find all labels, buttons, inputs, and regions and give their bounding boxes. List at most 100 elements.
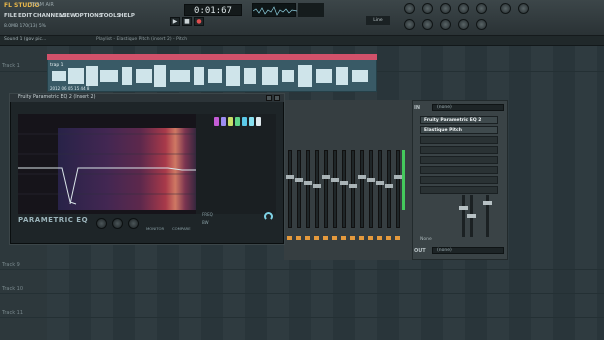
level-meter bbox=[402, 150, 405, 210]
channel-mute-led[interactable] bbox=[305, 236, 310, 240]
channel-fader[interactable] bbox=[324, 150, 328, 228]
channel-mute-led[interactable] bbox=[323, 236, 328, 240]
play-icon[interactable]: ▶ bbox=[170, 17, 180, 26]
channel-mute-led[interactable] bbox=[395, 236, 400, 240]
channel-mute-led[interactable] bbox=[377, 236, 382, 240]
toolbar-knob-5[interactable] bbox=[476, 3, 487, 14]
song-time-display[interactable]: 0:01:67 bbox=[184, 4, 242, 16]
fader-handle[interactable] bbox=[340, 181, 348, 185]
eq-knob[interactable] bbox=[128, 218, 139, 229]
fader-handle[interactable] bbox=[304, 181, 312, 185]
track-label: Track 10 bbox=[2, 286, 24, 292]
fader-handle[interactable] bbox=[322, 175, 330, 179]
menu-tools[interactable]: TOOLS bbox=[100, 13, 121, 19]
fader-handle[interactable] bbox=[385, 184, 393, 188]
channel-fader[interactable] bbox=[360, 150, 364, 228]
view-browser-icon[interactable] bbox=[476, 19, 487, 30]
band-color[interactable] bbox=[228, 117, 233, 126]
toolbar-knob-1[interactable] bbox=[404, 3, 415, 14]
clip-header[interactable] bbox=[47, 54, 377, 60]
fader-handle[interactable] bbox=[358, 175, 366, 179]
channel-fader[interactable] bbox=[351, 150, 355, 228]
fx-slot[interactable] bbox=[420, 186, 498, 194]
channel-fader[interactable] bbox=[306, 150, 310, 228]
fx-slot[interactable] bbox=[420, 166, 498, 174]
fader-handle[interactable] bbox=[331, 178, 339, 182]
channel-mute-led[interactable] bbox=[332, 236, 337, 240]
fader-handle[interactable] bbox=[367, 178, 375, 182]
track-row[interactable]: Track 10 bbox=[0, 282, 604, 294]
fader-handle[interactable] bbox=[349, 184, 357, 188]
view-channels-icon[interactable] bbox=[440, 19, 451, 30]
send-fader-handle[interactable] bbox=[459, 206, 468, 210]
toolbar-knob-2[interactable] bbox=[422, 3, 433, 14]
fader-handle[interactable] bbox=[313, 184, 321, 188]
eq-curve-icon bbox=[18, 128, 196, 210]
send-fader-handle[interactable] bbox=[483, 201, 492, 205]
menu-view[interactable]: VIEW bbox=[60, 13, 76, 19]
channel-mute-led[interactable] bbox=[314, 236, 319, 240]
channel-mute-led[interactable] bbox=[359, 236, 364, 240]
input-selector[interactable]: (none) bbox=[432, 104, 504, 111]
minimize-icon[interactable] bbox=[266, 95, 272, 101]
band-color[interactable] bbox=[242, 117, 247, 126]
eq-spectrum-display[interactable] bbox=[18, 114, 196, 214]
toolbar-knob-4[interactable] bbox=[458, 3, 469, 14]
channel-fader[interactable] bbox=[288, 150, 292, 228]
channel-mute-led[interactable] bbox=[350, 236, 355, 240]
channel-fader[interactable] bbox=[333, 150, 337, 228]
view-pianoroll-icon[interactable] bbox=[422, 19, 433, 30]
stop-icon[interactable]: ■ bbox=[182, 17, 192, 26]
fader-handle[interactable] bbox=[295, 178, 303, 182]
channel-fader[interactable] bbox=[369, 150, 373, 228]
none-label[interactable]: None bbox=[420, 237, 432, 242]
record-icon[interactable]: ● bbox=[194, 17, 204, 26]
toolbar-knob-3[interactable] bbox=[440, 3, 451, 14]
compare-label[interactable]: COMPARE bbox=[172, 226, 191, 231]
track-row[interactable]: Track 11 bbox=[0, 306, 604, 318]
fader-handle[interactable] bbox=[286, 175, 294, 179]
menu-options[interactable]: OPTIONS bbox=[75, 13, 103, 19]
channel-fader[interactable] bbox=[315, 150, 319, 228]
eq-window-title[interactable]: Fruity Parametric EQ 2 (Insert 2) bbox=[10, 94, 284, 102]
band-color[interactable] bbox=[214, 117, 219, 126]
band-color[interactable] bbox=[249, 117, 254, 126]
reset-icon[interactable] bbox=[264, 212, 273, 221]
close-icon[interactable] bbox=[274, 95, 280, 101]
toolbar-knob-6[interactable] bbox=[500, 3, 511, 14]
toolbar-knob-7[interactable] bbox=[518, 3, 529, 14]
channel-fader[interactable] bbox=[378, 150, 382, 228]
menu-help[interactable]: HELP bbox=[119, 13, 135, 19]
channel-fader[interactable] bbox=[342, 150, 346, 228]
fx-slot[interactable]: Elastique Pitch bbox=[420, 126, 498, 134]
channel-mute-led[interactable] bbox=[341, 236, 346, 240]
band-color[interactable] bbox=[256, 117, 261, 126]
view-playlist-icon[interactable] bbox=[404, 19, 415, 30]
send-fader-handle[interactable] bbox=[467, 214, 476, 218]
view-mixer-icon[interactable] bbox=[458, 19, 469, 30]
fader-handle[interactable] bbox=[376, 181, 384, 185]
fx-slot[interactable] bbox=[420, 136, 498, 144]
pattern-label[interactable]: Sound 1 (gov pic... bbox=[4, 37, 46, 42]
channel-mute-led[interactable] bbox=[296, 236, 301, 240]
channel-fader[interactable] bbox=[396, 150, 400, 228]
output-selector[interactable]: (none) bbox=[432, 247, 504, 254]
band-color[interactable] bbox=[235, 117, 240, 126]
fx-slot[interactable]: Fruity Parametric EQ 2 bbox=[420, 116, 498, 124]
eq-knob[interactable] bbox=[96, 218, 107, 229]
menu-edit[interactable]: EDIT bbox=[18, 13, 32, 19]
fx-slot[interactable] bbox=[420, 146, 498, 154]
line-selector[interactable]: Line bbox=[366, 16, 390, 25]
fx-slot[interactable] bbox=[420, 156, 498, 164]
menu-file[interactable]: FILE bbox=[4, 13, 17, 19]
fader-handle[interactable] bbox=[394, 175, 402, 179]
channel-mute-led[interactable] bbox=[287, 236, 292, 240]
eq-knob[interactable] bbox=[112, 218, 123, 229]
monitor-label[interactable]: MONITOR bbox=[146, 226, 164, 231]
channel-fader[interactable] bbox=[297, 150, 301, 228]
channel-mute-led[interactable] bbox=[368, 236, 373, 240]
channel-mute-led[interactable] bbox=[386, 236, 391, 240]
channel-fader[interactable] bbox=[387, 150, 391, 228]
fx-slot[interactable] bbox=[420, 176, 498, 184]
band-color[interactable] bbox=[221, 117, 226, 126]
